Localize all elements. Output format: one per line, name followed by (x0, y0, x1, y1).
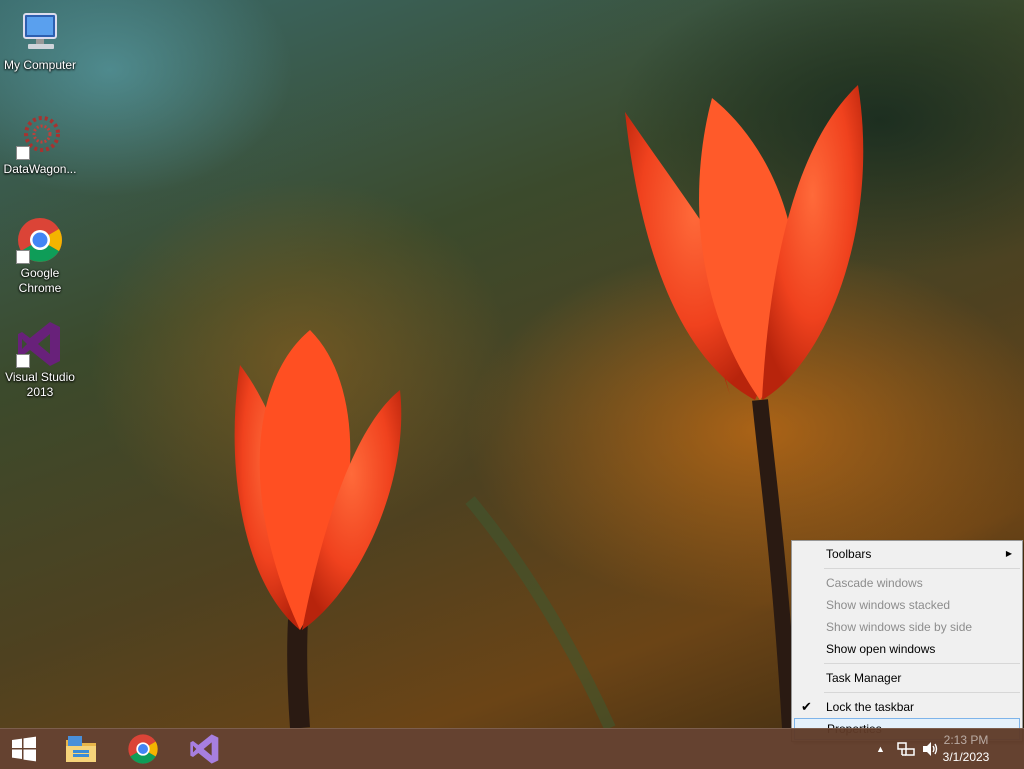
menu-item-label: Show windows side by side (826, 620, 973, 634)
desktop-icon-label: DataWagon... (3, 162, 77, 176)
taskbar-chrome[interactable] (115, 729, 171, 769)
shortcut-arrow-icon (16, 354, 30, 368)
tray-network[interactable] (897, 729, 915, 769)
computer-icon (16, 8, 64, 56)
menu-item-label: Lock the taskbar (826, 700, 915, 714)
chevron-up-icon: ▲ (876, 744, 885, 754)
taskbar-clock[interactable]: 2:13 PM 3/1/2023 (926, 732, 1006, 766)
desktop-icon-google-chrome[interactable]: Google Chrome (0, 216, 80, 296)
taskbar[interactable]: ▲ 2:13 PM 3/1/2023 (0, 728, 1024, 769)
menu-separator (824, 663, 1020, 664)
shortcut-arrow-icon (16, 146, 30, 160)
desktop-icon-label: My Computer (3, 58, 77, 72)
desktop-icon-datawagon[interactable]: DataWagon... (0, 112, 80, 177)
menu-item-toolbars[interactable]: Toolbars ▶ (794, 543, 1020, 565)
taskbar-file-explorer[interactable] (53, 729, 109, 769)
menu-item-label: Show open windows (826, 642, 936, 656)
visual-studio-icon (16, 320, 64, 368)
taskbar-context-menu: Toolbars ▶ Cascade windows Show windows … (791, 540, 1023, 742)
desktop-icon-visual-studio[interactable]: Visual Studio 2013 (0, 320, 80, 400)
file-explorer-icon (66, 736, 96, 762)
menu-item-label: Task Manager (826, 671, 902, 685)
tray-show-hidden-icons[interactable]: ▲ (876, 729, 885, 769)
datawagon-icon (16, 112, 64, 160)
menu-item-label: Toolbars (826, 547, 872, 561)
start-button[interactable] (0, 729, 48, 769)
shortcut-arrow-icon (16, 250, 30, 264)
submenu-arrow-icon: ▶ (1005, 549, 1012, 558)
desktop-icon-label: Visual Studio 2013 (5, 370, 75, 399)
menu-separator (824, 692, 1020, 693)
menu-item-label: Show windows stacked (826, 598, 951, 612)
menu-separator (824, 568, 1020, 569)
chrome-icon (128, 734, 158, 764)
visual-studio-icon (190, 734, 219, 764)
menu-item-show-windows-stacked: Show windows stacked (794, 594, 1020, 616)
menu-item-lock-the-taskbar[interactable]: ✔ Lock the taskbar (794, 696, 1020, 718)
menu-item-task-manager[interactable]: Task Manager (794, 667, 1020, 689)
desktop-icon-label: Google Chrome (18, 266, 62, 295)
menu-item-cascade-windows: Cascade windows (794, 572, 1020, 594)
network-icon (897, 742, 915, 756)
clock-date: 3/1/2023 (942, 750, 990, 764)
menu-item-label: Cascade windows (826, 576, 923, 590)
chrome-icon (16, 216, 64, 264)
taskbar-visual-studio[interactable] (177, 729, 233, 769)
clock-time: 2:13 PM (943, 733, 989, 747)
menu-item-show-windows-side-by-side: Show windows side by side (794, 616, 1020, 638)
desktop-icon-my-computer[interactable]: My Computer (0, 8, 80, 73)
start-icon (12, 736, 36, 762)
menu-item-show-open-windows[interactable]: Show open windows (794, 638, 1020, 660)
checkmark-icon: ✔ (801, 699, 812, 714)
